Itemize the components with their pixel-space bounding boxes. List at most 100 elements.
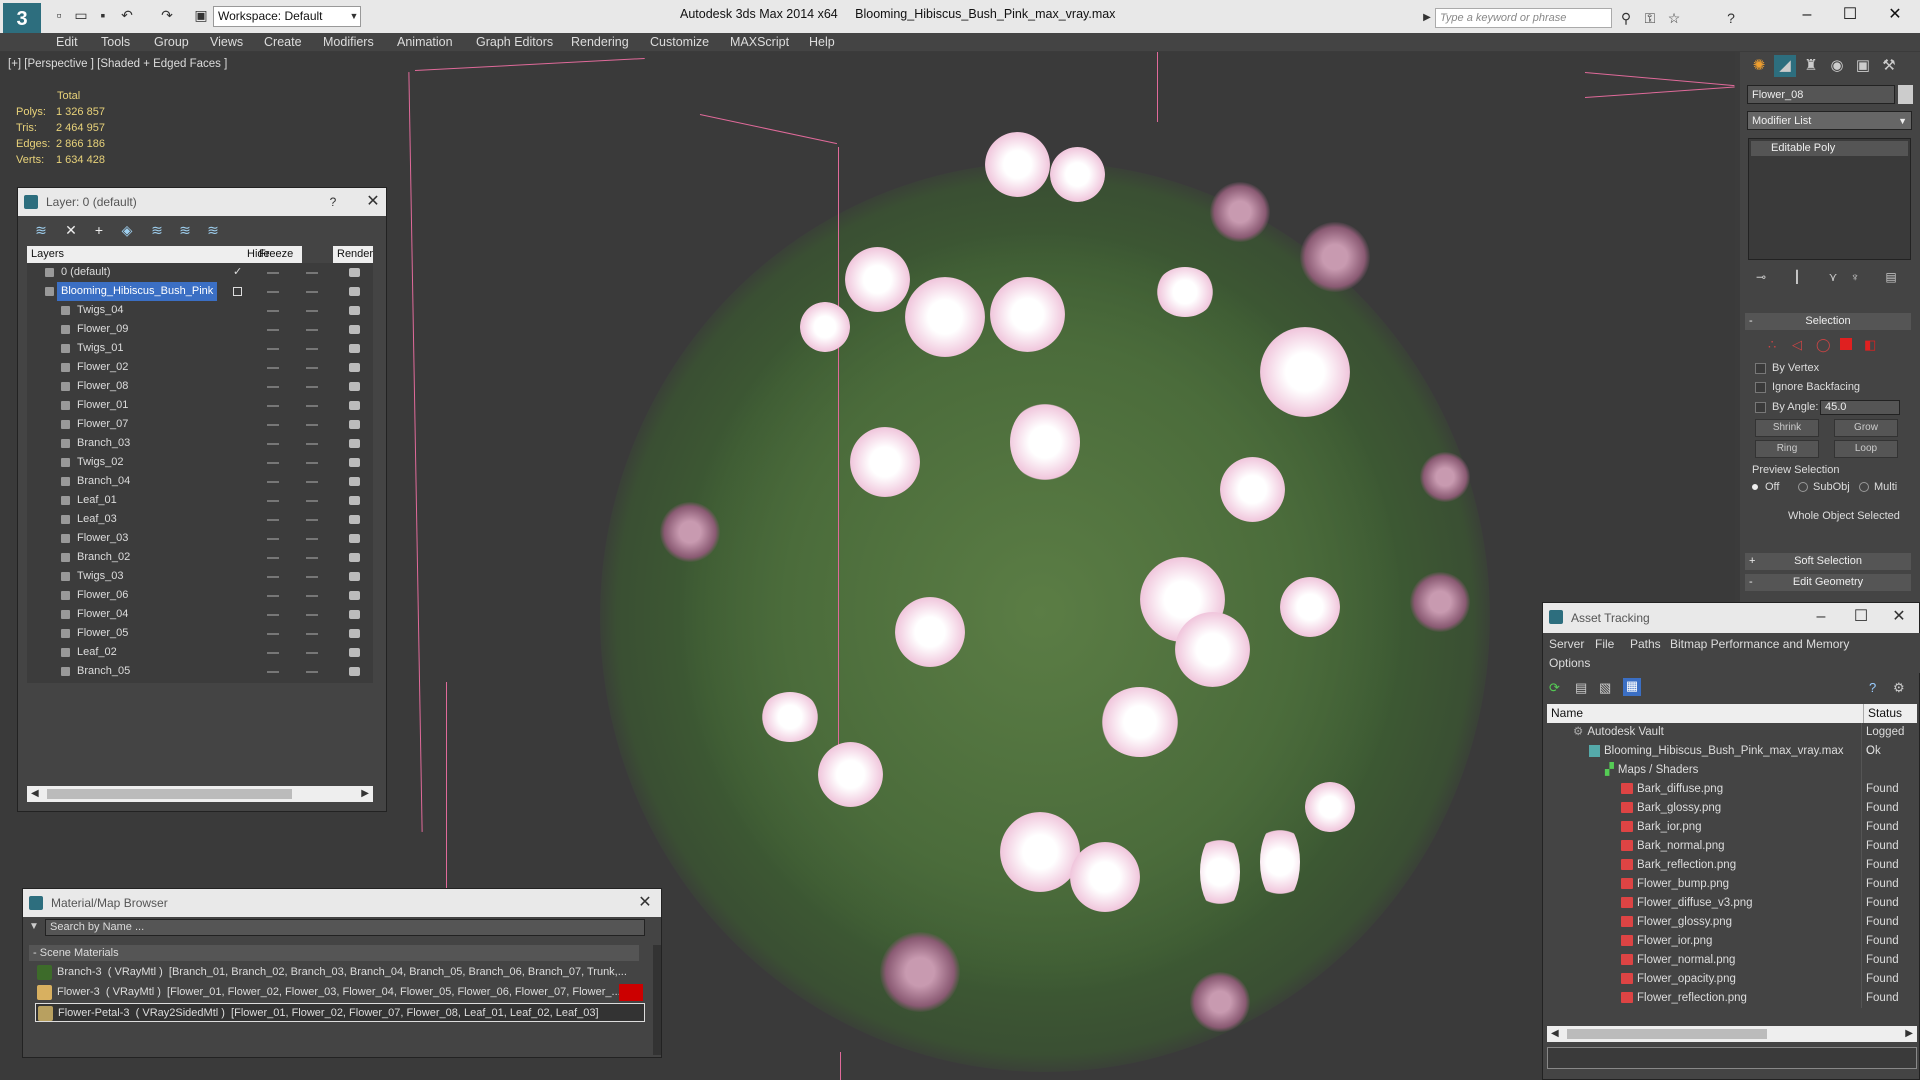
render-toggle-icon[interactable] [349, 363, 360, 372]
layer-row[interactable]: Branch_02 [27, 548, 360, 567]
hide-toggle[interactable] [267, 481, 279, 483]
layer-name[interactable]: Branch_01 [73, 681, 134, 683]
render-toggle-icon[interactable] [349, 667, 360, 676]
render-toggle-icon[interactable] [349, 477, 360, 486]
hide-toggle[interactable] [267, 652, 279, 654]
layer-name[interactable]: Branch_05 [73, 662, 134, 681]
menu-bitmap-performance[interactable]: Bitmap Performance and Memory [1670, 637, 1849, 651]
render-toggle-icon[interactable] [349, 344, 360, 353]
vertical-scrollbar[interactable] [653, 945, 661, 1055]
freeze-toggle[interactable] [306, 500, 318, 502]
by-vertex-checkbox[interactable] [1755, 363, 1766, 374]
layer-name[interactable]: Branch_02 [73, 548, 134, 567]
menu-graph-editors[interactable]: Graph Editors [476, 33, 553, 51]
vertex-mode-icon[interactable]: ∴ [1768, 337, 1776, 353]
menu-views[interactable]: Views [210, 33, 243, 51]
by-angle-checkbox[interactable] [1755, 402, 1766, 413]
chevron-down-icon[interactable]: ▼ [347, 7, 361, 26]
asset-row[interactable]: ▞ Maps / Shaders [1547, 761, 1914, 780]
utilities-tab-icon[interactable]: ⚒ [1878, 55, 1900, 77]
layer-row[interactable]: Branch_04 [27, 472, 360, 491]
layer-row[interactable]: Flower_02 [27, 358, 360, 377]
render-toggle-icon[interactable] [349, 553, 360, 562]
layer-row[interactable]: Flower_05 [27, 624, 360, 643]
asset-row[interactable]: Flower_bump.png Found [1547, 875, 1914, 894]
edit-geometry-rollout-header[interactable]: - Edit Geometry [1745, 574, 1911, 591]
layer-name[interactable]: Twigs_02 [73, 453, 127, 472]
freeze-toggle[interactable] [306, 614, 318, 616]
layer-row[interactable]: Twigs_02 [27, 453, 360, 472]
hide-toggle[interactable] [267, 538, 279, 540]
menu-animation[interactable]: Animation [397, 33, 453, 51]
thumbnail-view-icon[interactable]: ▧ [1599, 680, 1611, 696]
layer-name[interactable]: Twigs_03 [73, 567, 127, 586]
project-folder-icon[interactable]: ▣ [192, 6, 210, 24]
render-toggle-icon[interactable] [349, 287, 360, 296]
horizontal-scrollbar[interactable]: ◀ ▶ [1547, 1026, 1917, 1042]
layer-name[interactable]: Leaf_02 [73, 643, 121, 662]
asset-row[interactable]: Flower_ior.png Found [1547, 932, 1914, 951]
hide-toggle[interactable] [267, 462, 279, 464]
layer-row[interactable]: Flower_06 [27, 586, 360, 605]
asset-row[interactable]: ⚙ Autodesk Vault Logged C [1547, 723, 1914, 757]
open-file-icon[interactable]: ▭ [72, 6, 90, 24]
hide-toggle[interactable] [267, 671, 279, 673]
new-file-icon[interactable]: ▫ [50, 6, 68, 24]
hide-toggle[interactable] [267, 310, 279, 312]
freeze-toggle[interactable] [306, 405, 318, 407]
menu-options[interactable]: Options [1549, 656, 1590, 670]
star-icon[interactable]: ☆ [1665, 9, 1683, 27]
save-file-icon[interactable]: ▪ [94, 6, 112, 24]
app-logo-button[interactable]: 3 [3, 3, 41, 37]
hierarchy-tab-icon[interactable]: ♜ [1800, 55, 1822, 77]
layer-name[interactable]: Twigs_04 [73, 301, 127, 320]
layer-row[interactable]: Twigs_01 [27, 339, 360, 358]
layer-row[interactable]: Flower_03 [27, 529, 360, 548]
show-end-result-icon[interactable]: ┃ [1788, 268, 1806, 286]
layer-name[interactable]: Branch_03 [73, 434, 134, 453]
ring-button[interactable]: Ring [1755, 440, 1819, 458]
asset-row[interactable]: Flower_diffuse_v3.png Found [1547, 894, 1914, 913]
layer-row[interactable]: Twigs_03 [27, 567, 360, 586]
asset-row[interactable]: Flower_reflection.png Found [1547, 989, 1914, 1008]
render-toggle-icon[interactable] [349, 629, 360, 638]
layer-name[interactable]: Flower_09 [73, 320, 132, 339]
redo-icon[interactable]: ↷ [158, 6, 176, 24]
table-view-icon[interactable]: ▦ [1623, 678, 1641, 696]
freeze-toggle[interactable] [306, 481, 318, 483]
scene-materials-section[interactable]: - Scene Materials [29, 945, 639, 961]
stack-item-editable-poly[interactable]: Editable Poly [1751, 141, 1908, 156]
freeze-toggle[interactable] [306, 595, 318, 597]
freeze-toggle[interactable] [306, 291, 318, 293]
freeze-toggle[interactable] [306, 272, 318, 274]
border-mode-icon[interactable]: ◯ [1816, 337, 1831, 353]
element-mode-icon[interactable]: ◧ [1864, 337, 1876, 353]
layer-row[interactable]: Leaf_03 [27, 510, 360, 529]
preview-off-radio[interactable] [1750, 482, 1760, 492]
layer-name[interactable]: 0 (default) [57, 263, 115, 282]
make-unique-icon[interactable]: ⋎ [1824, 268, 1842, 286]
layer-name[interactable]: Flower_01 [73, 396, 132, 415]
freeze-toggle[interactable] [306, 519, 318, 521]
freeze-toggle[interactable] [306, 576, 318, 578]
display-tab-icon[interactable]: ▣ [1852, 55, 1874, 77]
render-toggle-icon[interactable] [349, 439, 360, 448]
material-row[interactable]: Flower-3 ( VRayMtl ) [Flower_01, Flower_… [35, 983, 645, 1002]
object-color-swatch[interactable] [1898, 85, 1913, 104]
asset-row[interactable]: Bark_diffuse.png Found [1547, 780, 1914, 799]
menu-maxscript[interactable]: MAXScript [730, 33, 789, 51]
minimize-button[interactable]: – [1787, 4, 1827, 26]
render-toggle-icon[interactable] [349, 610, 360, 619]
refresh-icon[interactable]: ⟳ [1549, 680, 1560, 696]
freeze-toggle[interactable] [306, 348, 318, 350]
hide-toggle[interactable] [267, 500, 279, 502]
list-view-icon[interactable]: ▤ [1575, 680, 1587, 696]
help-button[interactable]: ? [323, 192, 343, 212]
hide-toggle[interactable] [267, 519, 279, 521]
render-toggle-icon[interactable] [349, 648, 360, 657]
selection-rollout-header[interactable]: - Selection [1745, 313, 1911, 330]
hide-toggle[interactable] [267, 557, 279, 559]
hide-toggle[interactable] [267, 329, 279, 331]
layer-name[interactable]: Leaf_03 [73, 510, 121, 529]
soft-selection-rollout-header[interactable]: + Soft Selection [1745, 553, 1911, 570]
